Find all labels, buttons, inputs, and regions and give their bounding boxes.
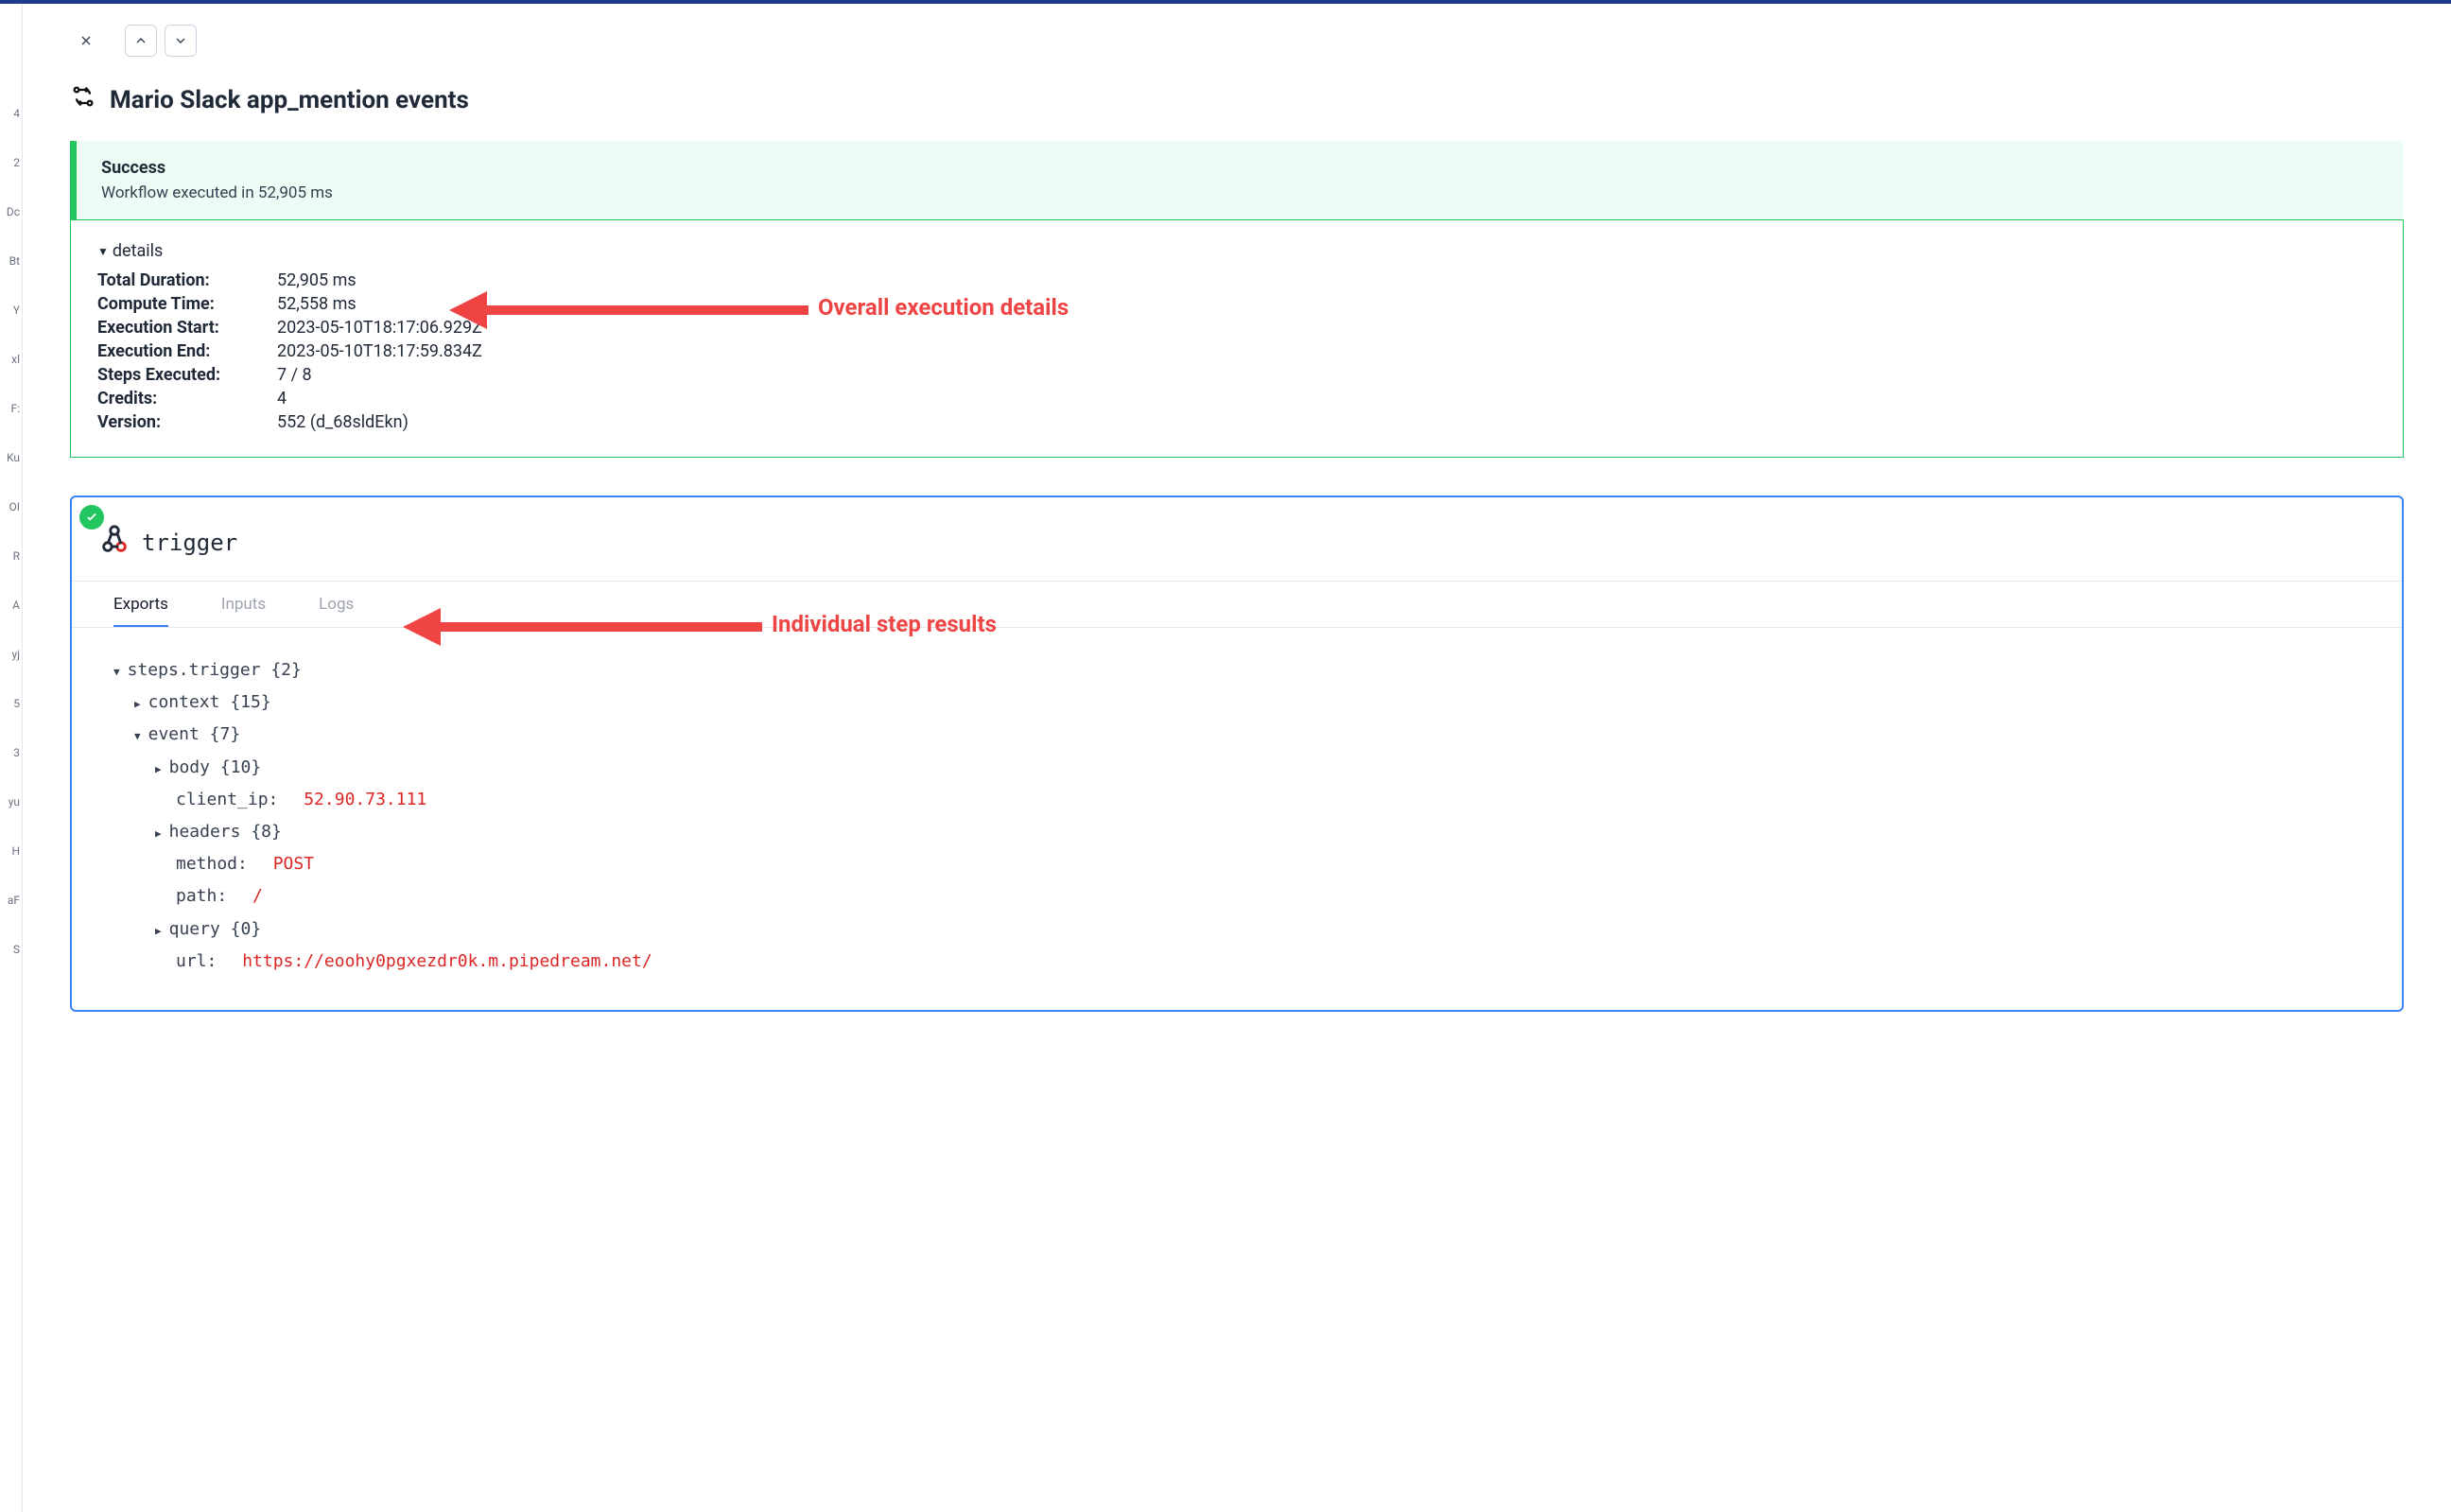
page-title: Mario Slack app_mention events [110,86,469,114]
main-panel: Mario Slack app_mention events Success W… [23,4,2451,1512]
tab-exports[interactable]: Exports [113,595,168,627]
success-subtext: Workflow executed in 52,905 ms [101,183,2379,202]
details-value: 2023-05-10T18:17:06.929Z [277,318,2376,338]
tree-node[interactable]: query {0} [155,913,2360,946]
details-key: Credits: [97,389,277,408]
details-key: Execution Start: [97,318,277,338]
details-toggle-label: details [113,241,163,261]
gutter-row: A [0,581,22,630]
gutter-row: yj [0,630,22,679]
details-value: 2023-05-10T18:17:59.834Z [277,341,2376,361]
details-toggle[interactable]: ▼ details [97,241,2376,261]
details-value: 7 / 8 [277,365,2376,385]
prev-button[interactable] [125,25,157,57]
gutter-row: Ku [0,433,22,482]
tree-leaf: method: POST [176,848,2360,880]
trigger-step-box: trigger Exports Inputs Logs Individual s… [70,495,2404,1012]
gutter-row: H [0,826,22,876]
gutter-row: S [0,925,22,974]
step-title: trigger [142,530,237,556]
details-box: ▼ details Total Duration:52,905 msComput… [70,219,2404,458]
gutter-row: OI [0,482,22,531]
details-table: Total Duration:52,905 msCompute Time:52,… [97,270,2376,432]
workflow-icon [70,83,96,116]
gutter-row: 3 [0,728,22,777]
gutter-row: Bt [0,236,22,286]
toolbar [70,4,2404,83]
success-check-icon [79,505,104,530]
step-header[interactable]: trigger [72,497,2402,581]
gutter-row: 5 [0,679,22,728]
gutter-row: Y [0,286,22,335]
page-title-row: Mario Slack app_mention events [70,83,2404,116]
chevron-down-icon: ▼ [97,245,109,258]
details-key: Steps Executed: [97,365,277,385]
success-banner: Success Workflow executed in 52,905 ms [70,141,2404,219]
tree-node[interactable]: context {15} [134,686,2360,719]
step-tabs: Exports Inputs Logs [72,582,2402,628]
next-button[interactable] [165,25,197,57]
left-gutter: 42DcBtYxlF:KuOIRAyj53yuHaFS [0,4,23,1512]
gutter-row: aF [0,876,22,925]
gutter-row: 2 [0,138,22,187]
details-key: Execution End: [97,341,277,361]
details-key: Total Duration: [97,270,277,290]
gutter-row: yu [0,777,22,826]
close-icon[interactable] [70,25,102,57]
tab-logs[interactable]: Logs [319,595,354,627]
tree-node[interactable]: body {10} [155,752,2360,784]
tree-leaf: path: / [176,880,2360,912]
tree-leaf: url: https://eoohy0pgxezdr0k.m.pipedream… [176,946,2360,978]
details-key: Compute Time: [97,294,277,314]
details-value: 52,905 ms [277,270,2376,290]
gutter-row: R [0,531,22,581]
exports-tree: steps.trigger {2} context {15} event {7}… [72,628,2402,1010]
gutter-row: Dc [0,187,22,236]
success-label: Success [101,158,2379,178]
gutter-row: 4 [0,89,22,138]
tree-node[interactable]: headers {8} [155,816,2360,848]
tree-leaf: client_ip: 52.90.73.111 [176,784,2360,816]
details-key: Version: [97,412,277,432]
details-value: 52,558 ms [277,294,2376,314]
details-value: 4 [277,389,2376,408]
tree-node[interactable]: event {7} [134,719,2360,751]
gutter-row: xl [0,335,22,384]
details-value: 552 (d_68sldEkn) [277,412,2376,432]
tree-node[interactable]: steps.trigger {2} [113,654,2360,686]
tab-inputs[interactable]: Inputs [221,595,266,627]
gutter-row: F: [0,384,22,433]
webhook-icon [98,524,130,562]
